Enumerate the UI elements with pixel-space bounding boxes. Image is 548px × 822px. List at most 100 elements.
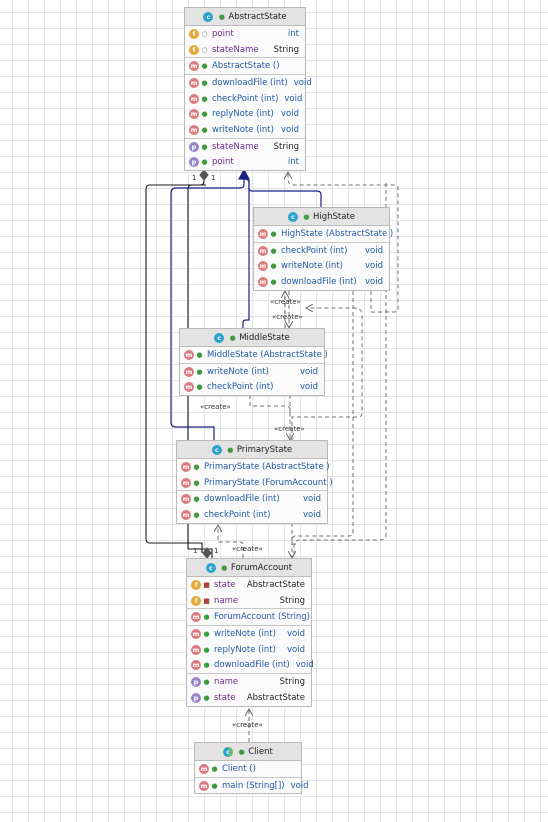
constructor-row[interactable]: m ● ForumAccount (String) bbox=[187, 609, 311, 625]
constructor-row[interactable]: m ● HighState (AbstractState ) bbox=[254, 226, 393, 242]
constructors-section: m ● PrimaryState (AbstractState ) m ● Pr… bbox=[177, 459, 333, 492]
field-row[interactable]: f ○ stateName String bbox=[185, 42, 305, 58]
method-icon: m bbox=[191, 660, 201, 671]
inheritance-arrowhead bbox=[237, 168, 251, 180]
method-row[interactable]: m ● main (String[]) void bbox=[195, 778, 309, 794]
methods-section: m ● main (String[]) void bbox=[195, 778, 309, 794]
method-row[interactable]: m ● downloadFile (int) void bbox=[254, 274, 389, 290]
public-icon: ● bbox=[238, 747, 245, 756]
method-row[interactable]: m ● checkPoint (int) void bbox=[177, 507, 327, 523]
class-header[interactable]: c ● AbstractState bbox=[185, 8, 305, 26]
public-icon: ● bbox=[196, 350, 203, 359]
inheritance-primary bbox=[170, 174, 245, 440]
package-visibility-icon: ○ bbox=[201, 45, 208, 54]
field-type: String bbox=[279, 595, 305, 606]
field-row[interactable]: f ■ name String bbox=[187, 593, 311, 609]
class-header[interactable]: c ● MiddleState bbox=[180, 329, 324, 347]
class-icon: c bbox=[287, 211, 298, 222]
class-high-state[interactable]: c ● HighState m ● HighState (AbstractSta… bbox=[253, 207, 393, 291]
method-return-type: void bbox=[284, 93, 303, 104]
class-header[interactable]: c ● HighState bbox=[254, 208, 389, 226]
class-header[interactable]: c ● PrimaryState bbox=[177, 441, 327, 459]
method-return-type: void bbox=[303, 509, 321, 520]
class-header[interactable]: c ● ForumAccount bbox=[187, 559, 311, 577]
field-row[interactable]: f ■ state AbstractState bbox=[187, 577, 311, 593]
method-icon: m bbox=[184, 366, 194, 377]
fields-section: f ■ state AbstractState f ■ name String bbox=[187, 577, 311, 610]
class-forum-account[interactable]: c ● ForumAccount f ■ state AbstractState… bbox=[186, 558, 314, 707]
public-icon: ● bbox=[203, 645, 210, 654]
properties-section: p ● stateName String p ● point int bbox=[185, 139, 305, 170]
property-name: point bbox=[212, 157, 234, 168]
method-name: checkPoint (int) bbox=[281, 245, 348, 256]
field-type: AbstractState bbox=[246, 579, 305, 590]
property-row[interactable]: p ● point int bbox=[185, 155, 305, 171]
field-row[interactable]: f ○ point int bbox=[185, 26, 305, 42]
constructors-section: m ● MiddleState (AbstractState ) bbox=[180, 347, 328, 364]
constructor-row[interactable]: m ● PrimaryState (ForumAccount ) bbox=[177, 475, 333, 491]
method-name: downloadFile (int) bbox=[281, 276, 357, 287]
field-name: name bbox=[214, 595, 239, 606]
public-icon: ● bbox=[196, 383, 203, 392]
public-icon: ● bbox=[211, 781, 218, 790]
create-label: «create» bbox=[232, 721, 263, 729]
class-client[interactable]: c ● Client m ● Client () m ● main (Strin… bbox=[194, 742, 309, 795]
methods-section: m ● checkPoint (int) void m ● writeNote … bbox=[254, 243, 389, 290]
method-row[interactable]: m ● checkPoint (int) void bbox=[180, 379, 324, 395]
create-label: «create» bbox=[232, 545, 263, 553]
method-icon: m bbox=[181, 494, 191, 505]
class-name: HighState bbox=[312, 211, 356, 222]
method-row[interactable]: m ● checkPoint (int) void bbox=[185, 91, 305, 107]
method-row[interactable]: m ● writeNote (int) void bbox=[185, 122, 305, 138]
constructor-row[interactable]: m ● AbstractState () bbox=[185, 58, 305, 74]
method-name: writeNote (int) bbox=[281, 261, 343, 272]
method-icon: m bbox=[189, 77, 199, 88]
method-icon: m bbox=[199, 763, 209, 774]
method-icon: m bbox=[191, 644, 201, 655]
class-primary-state[interactable]: c ● PrimaryState m ● PrimaryState (Abstr… bbox=[176, 440, 333, 524]
public-icon: ● bbox=[270, 246, 277, 255]
constructor-row[interactable]: m ● MiddleState (AbstractState ) bbox=[180, 347, 328, 363]
class-icon: c bbox=[205, 562, 216, 573]
property-row[interactable]: p ● stateName String bbox=[185, 139, 305, 155]
constructor-row[interactable]: m ● Client () bbox=[195, 761, 301, 777]
method-row[interactable]: m ● writeNote (int) void bbox=[180, 364, 324, 380]
field-name: stateName bbox=[212, 44, 259, 55]
public-icon: ● bbox=[203, 661, 210, 670]
class-header[interactable]: c ● Client bbox=[195, 743, 301, 761]
methods-section: m ● writeNote (int) void m ● replyNote (… bbox=[187, 626, 314, 675]
method-row[interactable]: m ● checkPoint (int) void bbox=[254, 243, 389, 259]
method-row[interactable]: m ● downloadFile (int) void bbox=[187, 657, 314, 673]
method-row[interactable]: m ● writeNote (int) void bbox=[254, 258, 389, 274]
property-icon: p bbox=[191, 676, 201, 687]
multiplicity-label: 1 bbox=[214, 547, 219, 555]
method-return-type: void bbox=[281, 124, 299, 135]
method-row[interactable]: m ● replyNote (int) void bbox=[185, 106, 305, 122]
package-visibility-icon: ○ bbox=[201, 29, 208, 38]
class-icon: c bbox=[203, 11, 214, 22]
diamond-abstract bbox=[199, 169, 209, 181]
constructors-section: m ● HighState (AbstractState ) bbox=[254, 226, 393, 243]
field-icon: f bbox=[189, 28, 199, 39]
public-icon: ● bbox=[201, 158, 208, 167]
method-row[interactable]: m ● downloadFile (int) void bbox=[177, 491, 327, 507]
method-icon: m bbox=[181, 477, 191, 488]
method-icon: m bbox=[189, 124, 199, 135]
property-row[interactable]: p ● state AbstractState bbox=[187, 690, 311, 706]
field-name: state bbox=[214, 579, 236, 590]
property-row[interactable]: p ● name String bbox=[187, 674, 311, 690]
field-type: int bbox=[287, 28, 299, 39]
constructor-row[interactable]: m ● PrimaryState (AbstractState ) bbox=[177, 459, 330, 475]
method-row[interactable]: m ● writeNote (int) void bbox=[187, 626, 311, 642]
method-row[interactable]: m ● downloadFile (int) void bbox=[185, 75, 312, 91]
method-return-type: void bbox=[365, 276, 383, 287]
class-name: AbstractState bbox=[228, 11, 287, 22]
class-abstract-state[interactable]: c ● AbstractState f ○ point int f ○ stat… bbox=[184, 7, 312, 172]
method-icon: m bbox=[189, 109, 199, 120]
method-return-type: void bbox=[295, 660, 314, 671]
method-icon: m bbox=[181, 509, 191, 520]
method-row[interactable]: m ● replyNote (int) void bbox=[187, 642, 311, 658]
method-icon: m bbox=[189, 93, 199, 104]
create-label: «create» bbox=[274, 425, 305, 433]
class-middle-state[interactable]: c ● MiddleState m ● MiddleState (Abstrac… bbox=[179, 328, 328, 397]
